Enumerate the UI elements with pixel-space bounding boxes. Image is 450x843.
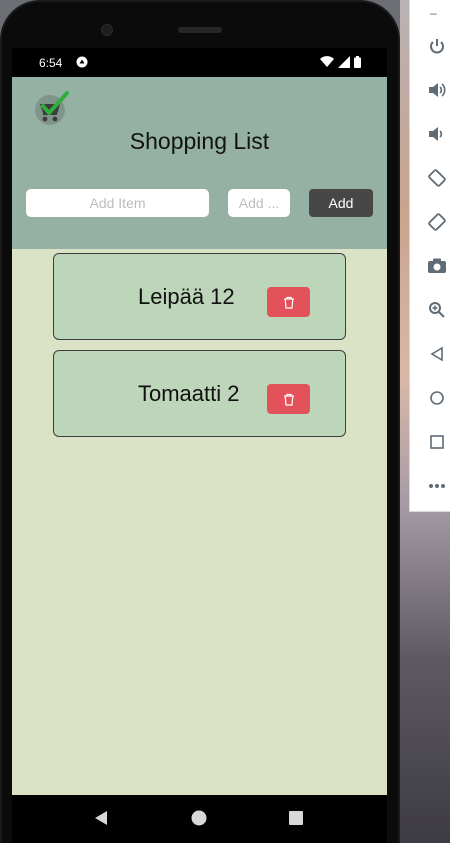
front-camera: [101, 24, 113, 36]
status-bar: 6:54: [12, 48, 387, 77]
more-icon[interactable]: [426, 475, 448, 497]
list-item: Leipää 12: [53, 253, 346, 340]
volume-up-icon[interactable]: [426, 79, 448, 101]
page-title: Shopping List: [129, 128, 270, 154]
list-item: Tomaatti 2: [53, 350, 346, 437]
app-screen: 6:54 Shopping List Add Leipää 12: [12, 48, 387, 795]
earpiece-speaker: [178, 27, 222, 33]
trash-icon: [283, 296, 294, 309]
status-time: 6:54: [39, 56, 63, 70]
overview-icon[interactable]: [426, 431, 448, 453]
add-button[interactable]: Add: [309, 189, 373, 217]
app-header: Shopping List Add: [12, 77, 387, 249]
rotate-left-icon[interactable]: [426, 167, 448, 189]
android-nav-bar: [12, 795, 387, 843]
emulator-toolbar: –: [409, 0, 450, 512]
notification-icon: [76, 56, 88, 68]
home-icon[interactable]: [426, 387, 448, 409]
nav-back-icon[interactable]: [92, 809, 110, 827]
item-quantity-input[interactable]: [228, 189, 290, 217]
signal-icon: [338, 56, 350, 68]
back-icon[interactable]: [426, 343, 448, 365]
power-icon[interactable]: [426, 35, 448, 57]
rotate-right-icon[interactable]: [426, 211, 448, 233]
list-item-label: Tomaatti 2: [138, 381, 240, 406]
wifi-icon: [320, 56, 334, 67]
nav-overview-icon[interactable]: [287, 809, 305, 827]
zoom-icon[interactable]: [426, 299, 448, 321]
volume-down-icon[interactable]: [426, 123, 448, 145]
camera-icon[interactable]: [426, 255, 448, 277]
nav-home-icon[interactable]: [190, 809, 208, 827]
shopping-cart-check-icon: [35, 91, 69, 125]
delete-button[interactable]: [267, 287, 310, 317]
minimize-icon[interactable]: –: [430, 6, 437, 20]
battery-icon: [354, 56, 361, 68]
delete-button[interactable]: [267, 384, 310, 414]
list-item-label: Leipää 12: [138, 284, 235, 309]
trash-icon: [283, 393, 294, 406]
item-name-input[interactable]: [26, 189, 209, 217]
